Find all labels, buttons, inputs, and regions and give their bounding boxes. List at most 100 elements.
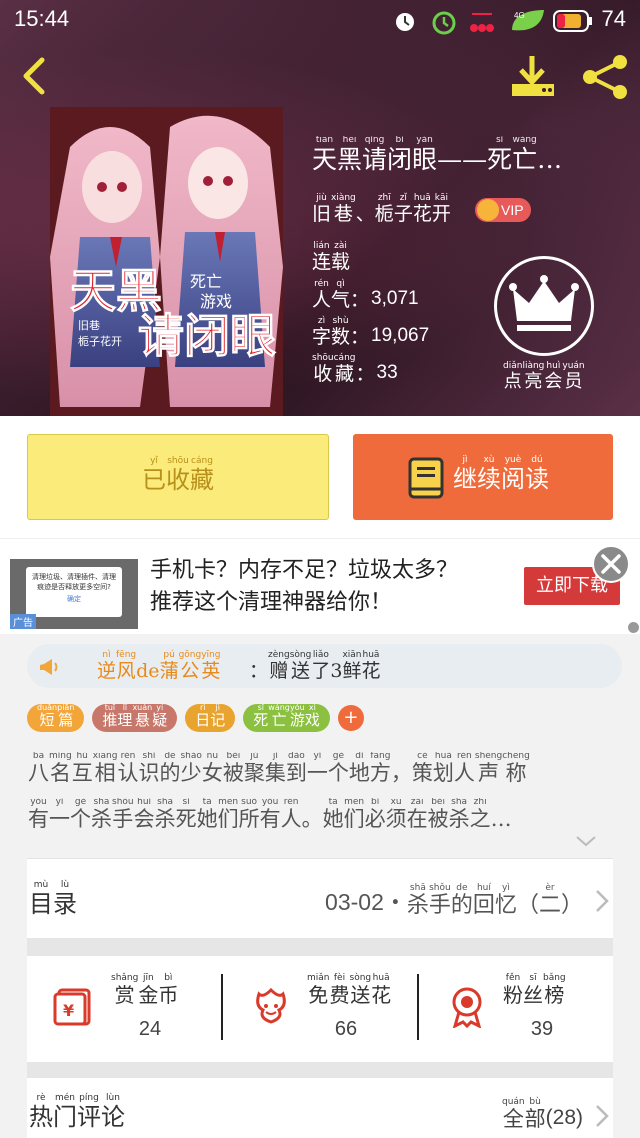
ad-tag: 广告 bbox=[10, 614, 36, 629]
ruby-char: yí 一 bbox=[306, 752, 328, 785]
ruby-char: yǎn 眼 bbox=[412, 136, 438, 172]
red-envelope-icon: ¥ bbox=[53, 988, 91, 1026]
continue-reading-button[interactable]: jì 继 xù 续 yuè 阅 dú 读 bbox=[353, 434, 613, 520]
ruby-char: zài 在 bbox=[406, 798, 428, 831]
svg-text:请闭眼: 请闭眼 bbox=[138, 309, 276, 363]
share-icon bbox=[583, 55, 627, 99]
book-icon bbox=[408, 457, 444, 499]
synopsis-line: yǒu 有 yí 一 gè 个 shā 杀 shǒu 手 huì 会 shā 杀 sǐ 死 tā 她 men 们 suǒ… bbox=[28, 798, 608, 844]
ruby-char: piān 篇 bbox=[57, 703, 75, 729]
book-hero: 15:44 4G 74 天黑 请闭眼 死亡 游戏 旧巷 栀子花开 tiān 天 … bbox=[0, 0, 640, 416]
tag-chip[interactable]: sǐ 死 wáng 亡 yóu 游 xì 戏 bbox=[243, 704, 330, 732]
tag-chip[interactable]: rì 日 jì 记 bbox=[185, 704, 236, 732]
action-bar: yǐ 已 shōu 收 cáng 藏 jì 继 xù 续 yuè 阅 dú 读 bbox=[0, 416, 640, 538]
download-button[interactable] bbox=[508, 54, 558, 100]
tag-chip[interactable]: tuī 推 lǐ 理 xuán 悬 yí 疑 bbox=[92, 703, 178, 732]
ad-thumbnail: 清理垃圾、清理插件、清理痕迹是否释放更多空间? 确定 广告 bbox=[10, 559, 138, 629]
book-author[interactable]: jiù 旧 xiàng 巷 、 zhī 栀 zǐ 子 huā 花 kāi 开 bbox=[312, 194, 451, 224]
svg-text:游戏: 游戏 bbox=[200, 292, 232, 311]
share-button[interactable] bbox=[580, 52, 630, 102]
ruby-char: shēng 声 bbox=[474, 752, 503, 785]
ruby-char: rén 人 bbox=[453, 752, 475, 785]
ruby-char: men 们 bbox=[343, 798, 365, 831]
collected-button[interactable]: yǐ 已 shōu 收 cáng 藏 bbox=[27, 434, 329, 520]
ruby-char: míng 名 bbox=[49, 752, 72, 785]
ruby-char: wáng 亡 bbox=[512, 136, 538, 172]
all-comments-label: quán 全 bù 部 bbox=[502, 1098, 546, 1130]
favorites-label: shōu 收 cáng 藏 ： bbox=[312, 354, 375, 384]
ruby-char: shǎng 赏 bbox=[111, 973, 139, 1007]
favorites-row: shōu 收 cáng 藏 ： 33 bbox=[312, 354, 398, 384]
ruby-char: dào 到 bbox=[285, 752, 307, 785]
all-comments-link[interactable]: quán 全 bù 部 (28) bbox=[502, 1098, 583, 1130]
ruby-char: fāng 方 bbox=[369, 752, 391, 785]
ruby-char: cè 策 bbox=[411, 752, 433, 785]
status-bar: 15:44 4G 74 bbox=[0, 0, 640, 42]
battery-icon bbox=[553, 10, 592, 32]
ruby-char: jīn 金 bbox=[138, 973, 159, 1007]
ruby-char: huì 会 bbox=[544, 361, 563, 392]
fan-ranking-label: fěn 粉 sī 丝 bǎng 榜 bbox=[503, 974, 566, 1006]
ruby-char: zài 载 bbox=[331, 241, 351, 273]
book-cover-image[interactable]: 天黑 请闭眼 死亡 游戏 旧巷 栀子花开 bbox=[50, 107, 283, 416]
ruby-char: liǎo 了 bbox=[311, 650, 331, 682]
latest-chapter: 03-02・ shā 杀 shǒu 手 de 的 huí 回 yì 忆 （èr 二 ） bbox=[325, 883, 583, 917]
ruby-char: yīng 英 bbox=[201, 650, 221, 682]
ruby-char: nì 逆 bbox=[97, 650, 117, 682]
ruby-char: huì 会 bbox=[133, 798, 155, 831]
ad-close-button[interactable] bbox=[592, 545, 630, 583]
light-up-member-button[interactable] bbox=[494, 256, 594, 356]
catalog-label: mù 目 lù 录 bbox=[29, 881, 77, 917]
cover-illustration: 天黑 请闭眼 死亡 游戏 旧巷 栀子花开 bbox=[50, 107, 283, 416]
ruby-char: shā 杀 bbox=[448, 798, 470, 831]
chevron-down-icon[interactable] bbox=[574, 833, 598, 849]
ruby-char: bā 八 bbox=[28, 752, 49, 785]
ruby-char: gè 个 bbox=[327, 752, 349, 785]
catalog-row[interactable]: mù 目 lù 录 03-02・ shā 杀 shǒu 手 de 的 huí 回 yì 忆 （èr 二 ） bbox=[27, 858, 613, 938]
comments-count: (28) bbox=[545, 1106, 583, 1129]
ruby-char: rén 人 bbox=[312, 279, 332, 311]
free-flower-item[interactable]: miǎn 免 fèi 费 sòng 送 huā 花 66 bbox=[223, 956, 415, 1062]
ruby-char: —— bbox=[437, 145, 488, 172]
fan-ranking-item[interactable]: fěn 粉 sī 丝 bǎng 榜 39 bbox=[419, 956, 613, 1062]
ruby-char: xuán 悬 bbox=[132, 703, 153, 729]
hot-comments-label: rè 热 mén 门 píng 评 lùn 论 bbox=[29, 1094, 125, 1130]
ruby-char: rén 人 bbox=[280, 798, 302, 831]
ruby-char: zì 字 bbox=[312, 316, 332, 348]
ad-banner[interactable]: 清理垃圾、清理插件、清理痕迹是否释放更多空间? 确定 广告 手机卡？内存不足？垃… bbox=[0, 538, 640, 634]
back-button[interactable] bbox=[14, 54, 58, 98]
cherry-icon bbox=[470, 13, 494, 32]
ad-line-2: 推荐这个清理神器给你！ bbox=[150, 590, 393, 615]
ruby-char: zhī 之 bbox=[469, 798, 491, 831]
svg-text:死亡: 死亡 bbox=[190, 272, 222, 291]
ruby-char: huā 花 bbox=[412, 193, 432, 225]
tag-list: duǎn 短 piān 篇 tuī 推 lǐ 理 xuán 悬 yí 疑 rì 日 jì 记 sǐ 死 wáng 亡 y… bbox=[27, 704, 364, 734]
tag-chip[interactable]: duǎn 短 piān 篇 bbox=[27, 703, 85, 732]
free-flower-value: 66 bbox=[334, 1018, 358, 1040]
chevron-right-icon bbox=[596, 1105, 609, 1127]
gift-username[interactable]: nì 逆 fēng 风 de pú 蒲 gōng 公 yīng 英 bbox=[97, 651, 220, 681]
ad-thumbnail-text: 清理垃圾、清理插件、清理痕迹是否释放更多空间? bbox=[32, 573, 116, 591]
add-tag-button[interactable]: + bbox=[337, 705, 364, 731]
reward-coins-item[interactable]: ¥ shǎng 赏 jīn 金 bì 币 24 bbox=[27, 956, 217, 1062]
ruby-char: xì 戏 bbox=[304, 703, 320, 729]
ruby-char: ： bbox=[249, 660, 269, 682]
ruby-char: zǐ 子 bbox=[393, 193, 413, 225]
ruby-char: qì 气 bbox=[331, 279, 351, 311]
book-synopsis[interactable]: bā 八 míng 名 hù 互 xiāng 相 rèn 认 shí 识 de 的 shǎo 少 nǚ 女 bèi 被… bbox=[28, 752, 608, 844]
ruby-char: bì 必 bbox=[364, 798, 386, 831]
gift-action-text: ： zèng 赠 sòng 送 liǎo 了 3 xiān 鲜 huā 花 bbox=[249, 651, 381, 681]
network-label: 4G bbox=[514, 11, 525, 20]
battery-level: 74 bbox=[601, 6, 626, 31]
ruby-char: yǒu 有 bbox=[28, 798, 49, 831]
ruby-char: jù 聚 bbox=[243, 752, 265, 785]
ruby-char: sǐ 死 bbox=[253, 703, 269, 729]
vip-badge[interactable]: VIP bbox=[475, 198, 531, 222]
ad-info-icon[interactable] bbox=[628, 622, 639, 633]
signal-leaf-icon: 4G bbox=[512, 10, 544, 31]
ruby-char: quán 全 bbox=[502, 1097, 525, 1131]
favorites-value: 33 bbox=[376, 362, 398, 383]
ruby-char: fēng 风 bbox=[116, 650, 137, 682]
hot-comments-row[interactable]: rè 热 mén 门 píng 评 lùn 论 quán 全 bù 部 (28) bbox=[27, 1078, 613, 1138]
ruby-char: diǎn 点 bbox=[503, 361, 523, 392]
